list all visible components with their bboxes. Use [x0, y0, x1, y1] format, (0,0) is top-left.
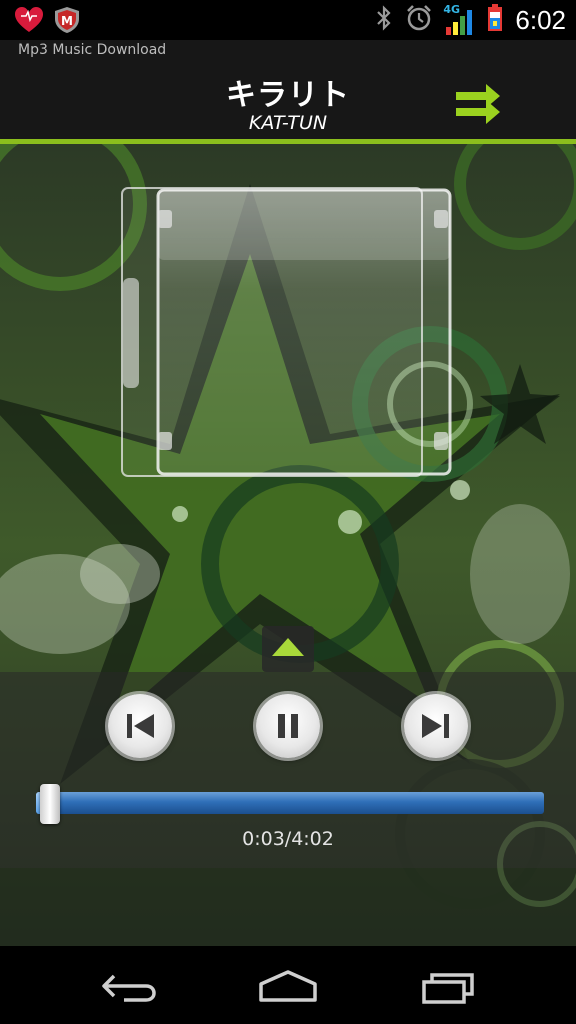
- skip-next-icon: [422, 714, 449, 738]
- chevron-up-icon: [272, 638, 304, 656]
- album-art-placeholder-icon: [121, 187, 452, 477]
- seek-bar-handle[interactable]: [40, 784, 60, 824]
- svg-text:M: M: [61, 14, 73, 28]
- playback-time: 0:03/4:02: [242, 828, 334, 850]
- mcafee-icon: M: [54, 6, 80, 38]
- status-clock: 6:02: [515, 4, 566, 35]
- home-icon: [259, 970, 317, 1002]
- expand-playlist-button[interactable]: [262, 626, 314, 672]
- signal-4g-icon: 4G: [443, 3, 475, 35]
- seek-bar[interactable]: [36, 792, 544, 814]
- back-arrow-icon: [102, 974, 156, 1002]
- album-art-frame[interactable]: [120, 186, 454, 478]
- status-bar: M 4G 6:02: [0, 0, 576, 40]
- shuffle-button[interactable]: [452, 78, 504, 126]
- heart-app-icon: [14, 6, 44, 38]
- bluetooth-icon: [375, 5, 393, 35]
- home-button[interactable]: [253, 964, 323, 1008]
- recent-apps-icon: [422, 973, 474, 1004]
- next-button[interactable]: [404, 694, 468, 758]
- alarm-icon: [405, 4, 433, 36]
- previous-button[interactable]: [108, 694, 172, 758]
- recent-apps-button[interactable]: [414, 964, 484, 1008]
- battery-icon: [487, 4, 503, 36]
- system-navigation-bar: [0, 946, 576, 1024]
- back-button[interactable]: [94, 964, 164, 1008]
- skip-previous-icon: [127, 714, 154, 738]
- shuffle-icon: [456, 84, 500, 124]
- pause-button[interactable]: [256, 694, 320, 758]
- app-name: Mp3 Music Download: [18, 42, 167, 58]
- pause-icon: [278, 714, 298, 738]
